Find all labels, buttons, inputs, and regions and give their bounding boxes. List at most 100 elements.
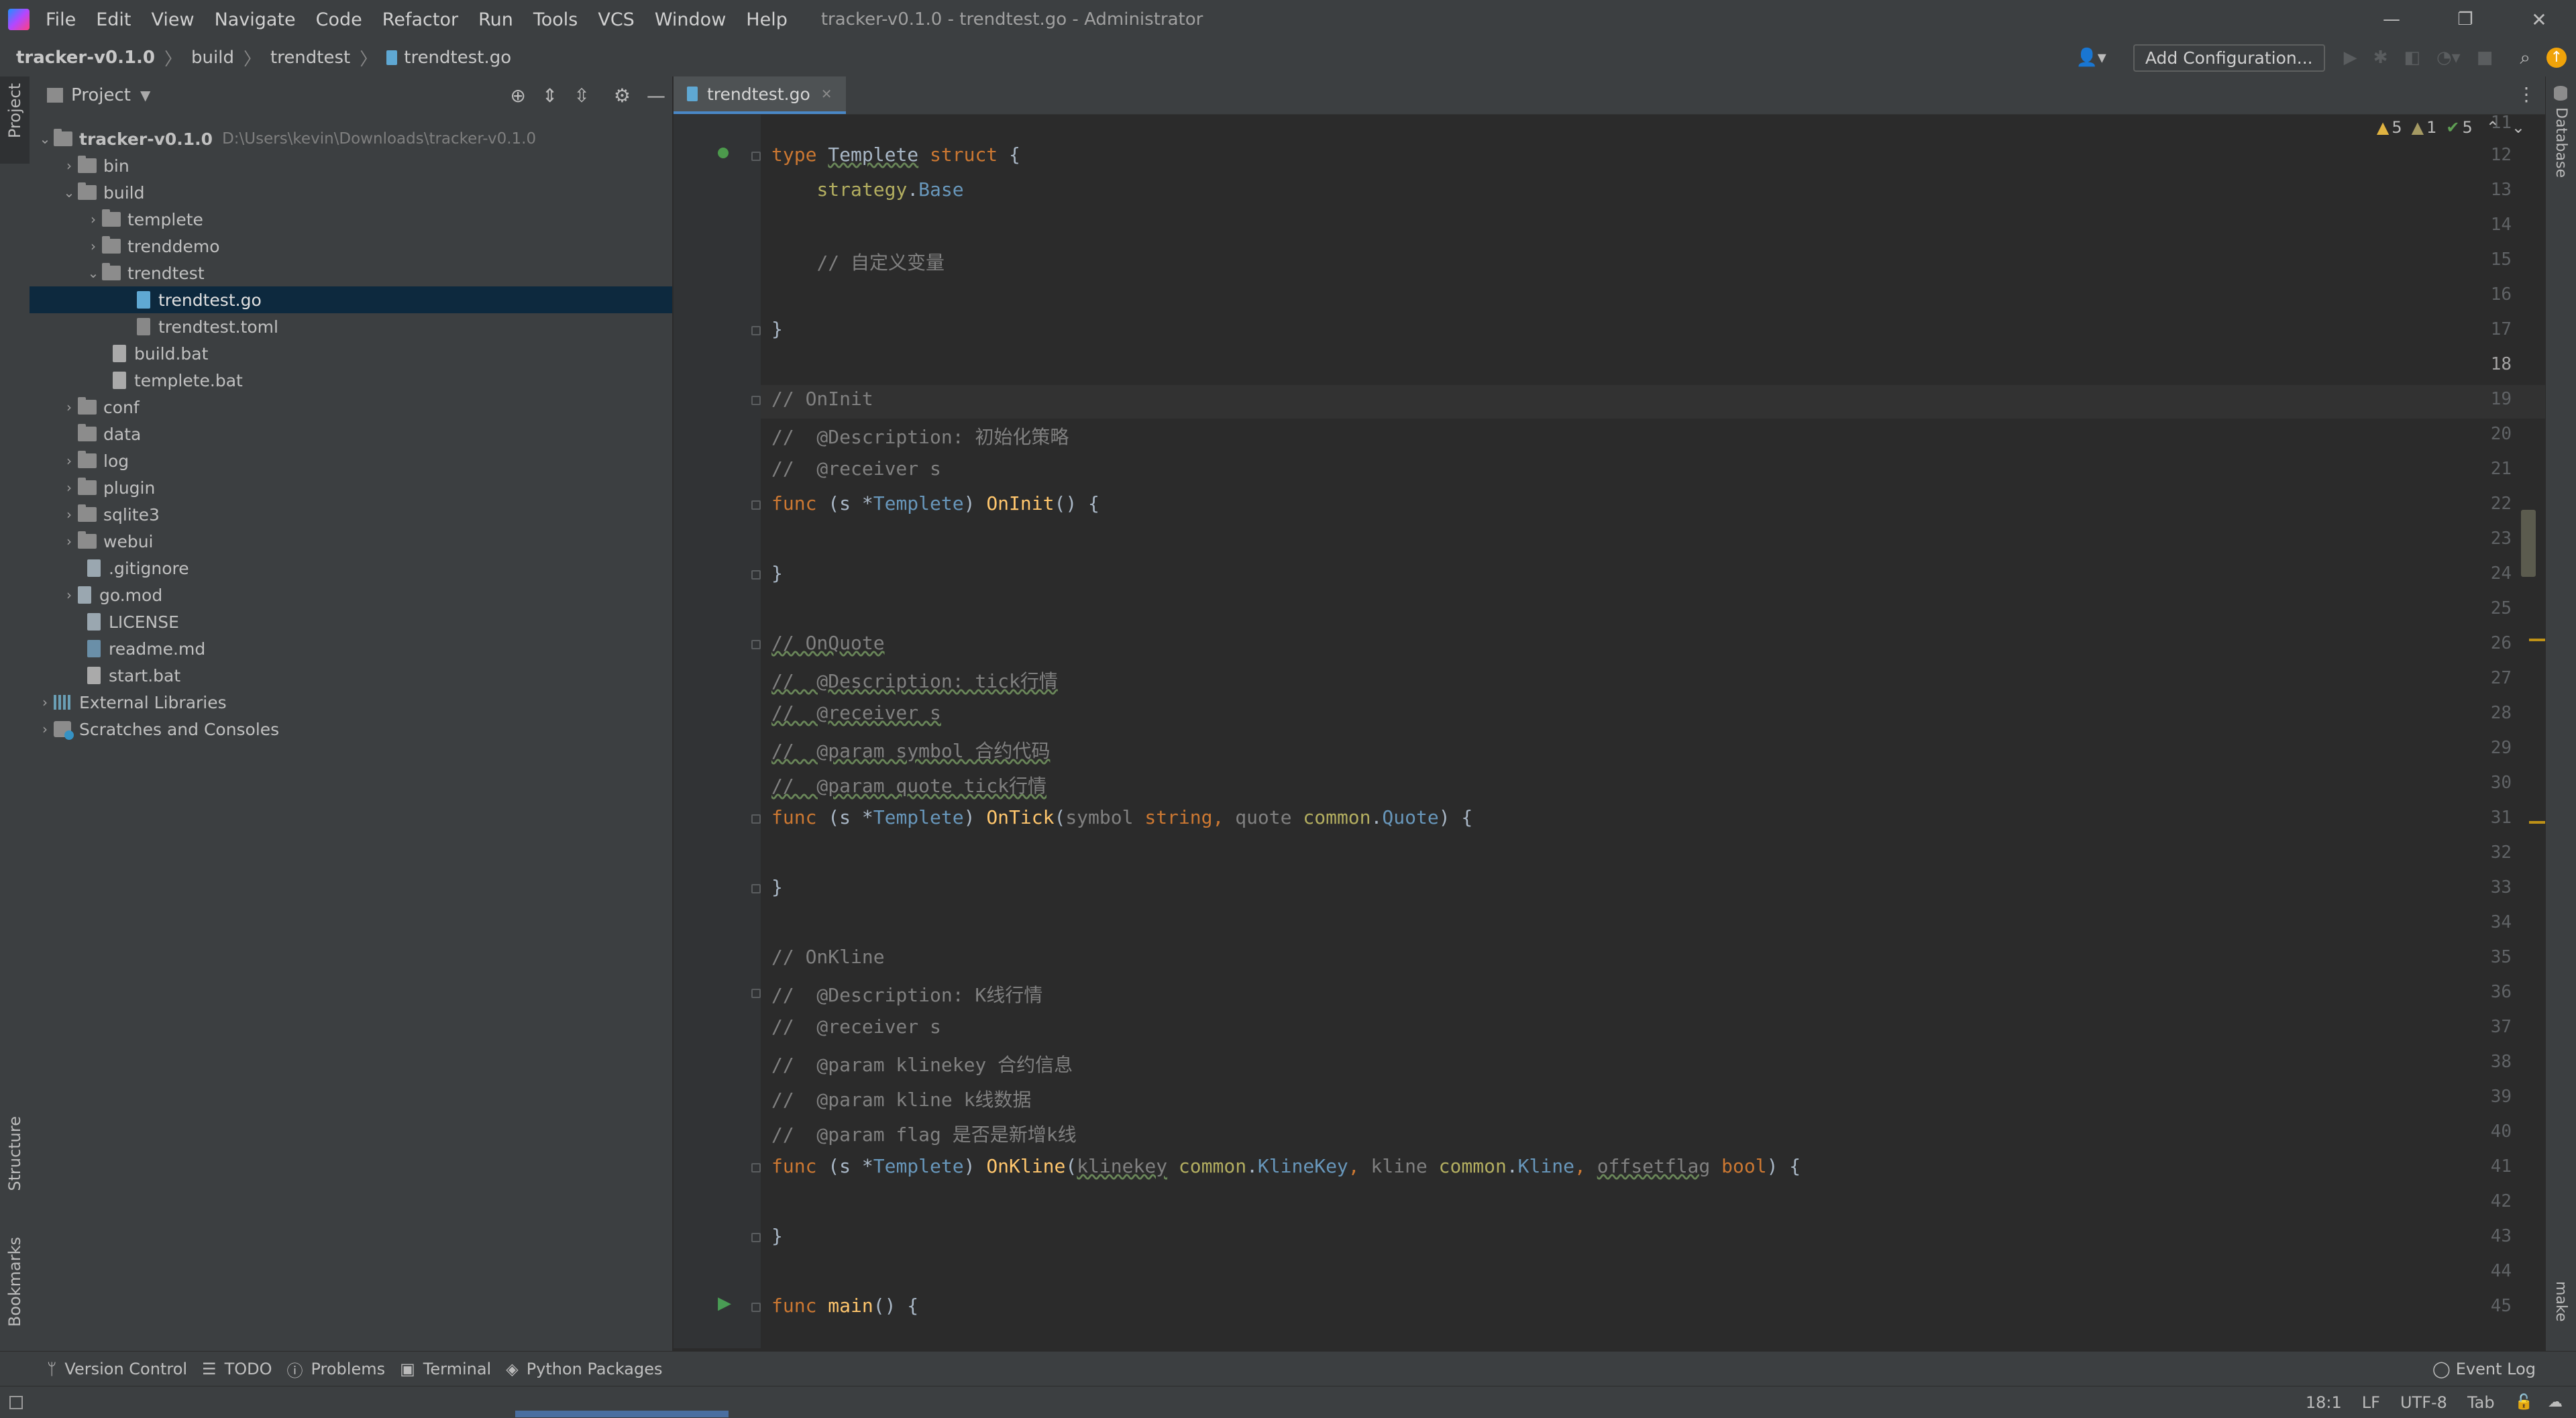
chevron-down-icon[interactable]: ⌄ [2512, 118, 2525, 137]
tree-item-sqlite3[interactable]: › sqlite3 [30, 501, 672, 528]
tree-item-trendtest-go[interactable]: trendtest.go [30, 286, 672, 313]
collapsed-arrow-icon[interactable]: › [60, 399, 78, 415]
add-configuration-button[interactable]: Add Configuration... [2133, 44, 2325, 72]
collapsed-arrow-icon[interactable]: › [60, 158, 78, 174]
tree-item-data[interactable]: data [30, 421, 672, 447]
tree-item-templete-bat[interactable]: templete.bat [30, 367, 672, 394]
collapsed-arrow-icon[interactable]: › [85, 238, 102, 254]
stop-icon[interactable]: ■ [2477, 48, 2493, 68]
fold-marker-icon[interactable] [751, 1233, 761, 1242]
tree-item-go-mod[interactable]: › go.mod [30, 582, 672, 608]
chevron-down-icon[interactable]: ▼ [140, 87, 150, 103]
fold-marker-icon[interactable] [751, 396, 761, 405]
editor-scrollbar[interactable] [2521, 510, 2536, 577]
tree-item-conf[interactable]: › conf [30, 394, 672, 421]
database-tool-button[interactable]: Database [2546, 83, 2576, 190]
collapsed-arrow-icon[interactable]: › [36, 721, 54, 737]
make-tool-button[interactable]: make [2546, 1277, 2576, 1351]
collapsed-arrow-icon[interactable]: › [60, 587, 78, 603]
tree-item-external-libraries[interactable]: › External Libraries [30, 689, 672, 716]
menu-file[interactable]: File [46, 9, 76, 30]
hide-panel-icon[interactable]: — [647, 85, 665, 107]
menu-run[interactable]: Run [478, 9, 513, 30]
breadcrumb-project[interactable]: tracker-v0.1.0 [16, 48, 155, 68]
menu-code[interactable]: Code [316, 9, 362, 30]
lock-icon[interactable]: 🔓 [2515, 1394, 2533, 1411]
tree-item-trenddemo[interactable]: › trenddemo [30, 233, 672, 260]
tree-item-readme[interactable]: readme.md [30, 635, 672, 662]
collapsed-arrow-icon[interactable]: › [85, 211, 102, 227]
bookmarks-tool-button[interactable]: Bookmarks [0, 1230, 30, 1338]
close-icon[interactable]: ✕ [2502, 9, 2576, 31]
more-tabs-icon[interactable]: ⋮ [2517, 83, 2536, 105]
collapse-all-icon[interactable]: ⇳ [574, 85, 589, 107]
menu-help[interactable]: Help [746, 9, 788, 30]
tool-problems[interactable]: Problems [311, 1360, 385, 1378]
tree-item-build-bat[interactable]: build.bat [30, 340, 672, 367]
run-gutter-icon[interactable]: ▶ [718, 1293, 731, 1313]
menu-refactor[interactable]: Refactor [382, 9, 458, 30]
event-log-button[interactable]: ◯ Event Log [2432, 1352, 2536, 1386]
user-icon[interactable]: 👤▾ [2076, 48, 2106, 68]
fold-marker-icon[interactable] [751, 884, 761, 893]
fold-marker-icon[interactable] [751, 1303, 761, 1312]
restore-icon[interactable]: ❐ [2428, 9, 2502, 30]
run-icon[interactable]: ▶ [2344, 48, 2357, 68]
inspection-widget[interactable]: ▲ 5 ▲ 1 ✔ 5 ⌃ ⌄ [2377, 118, 2525, 137]
collapsed-arrow-icon[interactable]: › [60, 506, 78, 523]
expanded-arrow-icon[interactable]: ⌄ [60, 184, 78, 201]
tree-item-plugin[interactable]: › plugin [30, 474, 672, 501]
fold-marker-icon[interactable] [751, 989, 761, 998]
expanded-arrow-icon[interactable]: ⌄ [85, 265, 102, 281]
profile-icon[interactable]: ◔▾ [2436, 48, 2461, 68]
expand-all-icon[interactable]: ⇕ [542, 85, 557, 107]
tool-todo[interactable]: TODO [225, 1360, 272, 1378]
tool-python-packages[interactable]: Python Packages [527, 1360, 663, 1378]
collapsed-arrow-icon[interactable]: › [36, 694, 54, 710]
menu-vcs[interactable]: VCS [598, 9, 634, 30]
project-tool-button[interactable]: Project [0, 76, 30, 164]
tree-item-gitignore[interactable]: .gitignore [30, 555, 672, 582]
code-viewport[interactable]: 11 12 13 14 15 16 17 18 19 20 21 22 23 2… [674, 114, 2545, 1348]
menu-navigate[interactable]: Navigate [215, 9, 296, 30]
line-separator[interactable]: LF [2362, 1393, 2380, 1412]
search-icon[interactable]: ⌕ [2520, 46, 2530, 69]
chevron-up-icon[interactable]: ⌃ [2486, 118, 2500, 137]
tree-item-trendtest[interactable]: ⌄ trendtest [30, 260, 672, 286]
fold-marker-icon[interactable] [751, 1163, 761, 1172]
tool-terminal[interactable]: Terminal [423, 1360, 491, 1378]
menu-edit[interactable]: Edit [96, 9, 131, 30]
fold-marker-icon[interactable] [751, 640, 761, 649]
layout-toggle-icon[interactable] [9, 1395, 23, 1409]
tree-item-trendtest-toml[interactable]: trendtest.toml [30, 313, 672, 340]
project-view-selector[interactable]: Project [71, 85, 131, 105]
collapsed-arrow-icon[interactable]: › [60, 480, 78, 496]
collapsed-arrow-icon[interactable]: › [60, 533, 78, 549]
menu-tools[interactable]: Tools [533, 9, 578, 30]
update-icon[interactable]: ↑ [2546, 48, 2567, 68]
fold-marker-icon[interactable] [751, 326, 761, 335]
locate-icon[interactable]: ⊕ [510, 85, 525, 107]
collapsed-arrow-icon[interactable]: › [60, 453, 78, 469]
tree-item-build[interactable]: ⌄ build [30, 179, 672, 206]
fold-marker-icon[interactable] [751, 814, 761, 824]
fold-marker-icon[interactable] [751, 570, 761, 580]
tool-version-control[interactable]: Version Control [64, 1360, 187, 1378]
gear-icon[interactable]: ⚙ [614, 85, 631, 107]
indent-style[interactable]: Tab [2467, 1393, 2495, 1412]
menu-window[interactable]: Window [655, 9, 726, 30]
breadcrumb-build[interactable]: build [191, 48, 234, 68]
fold-marker-icon[interactable] [751, 152, 761, 161]
expanded-arrow-icon[interactable]: ⌄ [36, 131, 54, 147]
tree-item-templete[interactable]: › templete [30, 206, 672, 233]
tree-item-start-bat[interactable]: start.bat [30, 662, 672, 689]
memory-indicator-icon[interactable]: ☁ [2548, 1394, 2563, 1411]
implements-marker-icon[interactable] [718, 148, 729, 158]
minimize-icon[interactable]: — [2355, 9, 2428, 30]
caret-position[interactable]: 18:1 [2306, 1393, 2342, 1412]
tree-item-license[interactable]: LICENSE [30, 608, 672, 635]
tree-item-scratches[interactable]: › Scratches and Consoles [30, 716, 672, 743]
structure-tool-button[interactable]: Structure [0, 1109, 30, 1210]
menu-view[interactable]: View [151, 9, 194, 30]
tree-item-log[interactable]: › log [30, 447, 672, 474]
